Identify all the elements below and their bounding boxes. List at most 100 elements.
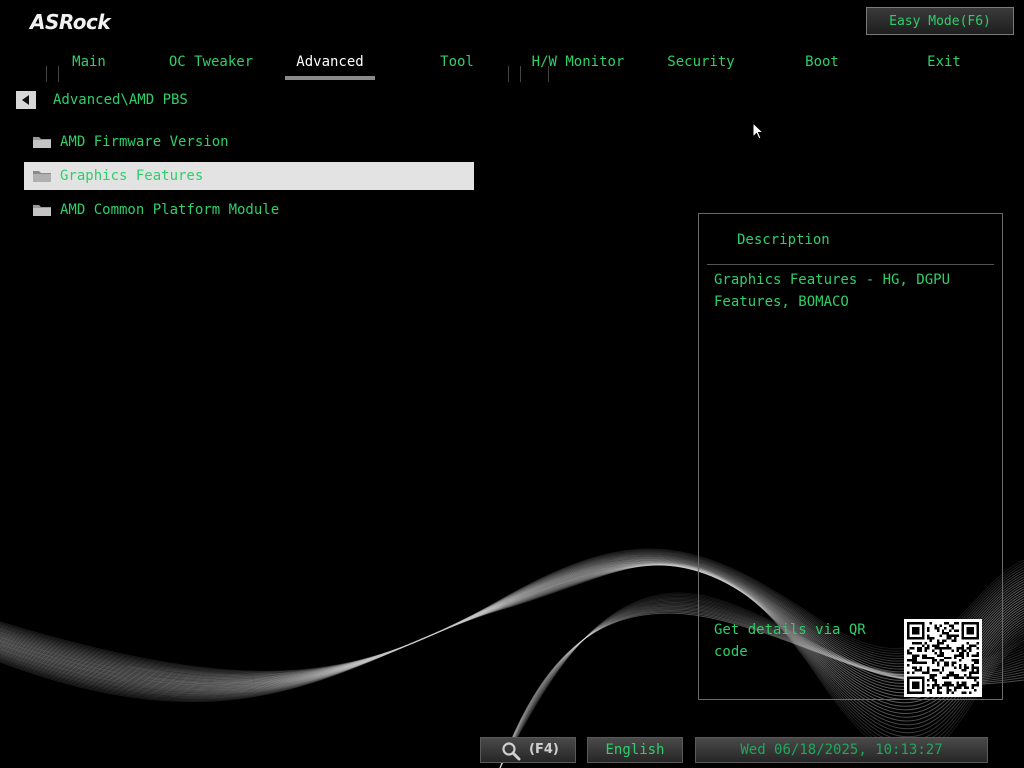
qr-module [954, 629, 957, 632]
qr-module [949, 684, 952, 687]
tab-security[interactable]: Security [646, 50, 756, 78]
qr-module [946, 691, 950, 694]
qr-module [911, 641, 915, 645]
menu-item-graphics-features[interactable]: Graphics Features [24, 162, 474, 190]
description-text: Graphics Features - HG, DGPU Features, B… [714, 272, 951, 310]
qr-module [976, 669, 979, 672]
qr-module [966, 651, 970, 655]
qr-module [964, 691, 967, 694]
qr-module [941, 651, 945, 655]
qr-module [954, 661, 957, 665]
qr-module [914, 641, 917, 645]
qr-module [926, 671, 930, 675]
qr-module [959, 646, 962, 650]
qr-module [959, 664, 962, 667]
qr-module [936, 661, 940, 665]
qr-module [961, 644, 965, 647]
qr-module [959, 651, 962, 655]
search-shortcut-label: (F4) [529, 742, 559, 757]
qr-module [924, 671, 927, 675]
qr-module [961, 681, 965, 685]
qr-module [971, 644, 975, 647]
qr-module [954, 634, 957, 637]
qr-module [969, 644, 972, 647]
qr-module [971, 669, 975, 672]
qr-module [931, 679, 935, 682]
qr-module [907, 649, 910, 652]
qr-module [911, 671, 915, 675]
tab-boot[interactable]: Boot [767, 50, 877, 78]
qr-code [904, 619, 982, 697]
back-arrow-button[interactable] [16, 91, 36, 109]
qr-module [941, 639, 945, 642]
qr-module [916, 646, 920, 650]
menu-list: AMD Firmware Version Graphics Features A… [24, 128, 474, 230]
qr-module [907, 622, 925, 625]
qr-module [971, 664, 975, 667]
qr-module [907, 691, 925, 694]
qr-module [949, 634, 952, 637]
qr-module [976, 671, 979, 675]
qr-module [939, 646, 942, 650]
qr-module [956, 629, 960, 632]
qr-module [959, 686, 962, 690]
qr-module [974, 689, 977, 692]
qr-code-image [907, 622, 979, 694]
qr-module [974, 679, 977, 682]
qr-module [907, 636, 925, 640]
qr-module [974, 671, 977, 675]
tab-exit[interactable]: Exit [889, 50, 999, 78]
tab-oc-tweaker[interactable]: OC Tweaker [156, 50, 266, 78]
qr-module [944, 656, 947, 660]
qr-module [941, 631, 945, 635]
qr-module [919, 649, 922, 652]
qr-module [969, 646, 972, 650]
tab-main[interactable]: Main [34, 50, 144, 78]
qr-module [934, 646, 937, 650]
qr-module [954, 654, 957, 657]
qr-module [941, 641, 945, 645]
qr-module [941, 654, 945, 657]
search-button[interactable]: (F4) [480, 737, 576, 763]
qr-module [929, 622, 932, 625]
qr-module [941, 646, 945, 650]
tab-advanced[interactable]: Advanced [279, 50, 381, 80]
qr-module [961, 656, 965, 660]
language-button[interactable]: English [587, 737, 683, 763]
qr-module [976, 622, 979, 640]
qr-module [951, 691, 955, 694]
tab-tool[interactable]: Tool [402, 50, 512, 78]
qr-module [966, 666, 970, 670]
qr-module [961, 669, 965, 672]
menu-item-amd-firmware-version[interactable]: AMD Firmware Version [24, 128, 474, 156]
qr-module [907, 671, 910, 675]
easy-mode-button[interactable]: Easy Mode(F6) [866, 7, 1014, 35]
qr-module [974, 661, 977, 665]
qr-module [929, 676, 932, 680]
qr-module [956, 674, 960, 677]
qr-module [909, 659, 912, 662]
qr-module [954, 676, 957, 680]
qr-module [907, 622, 910, 640]
qr-module [946, 644, 950, 647]
menu-item-amd-common-platform-module[interactable]: AMD Common Platform Module [24, 196, 474, 224]
qr-module [946, 646, 950, 650]
qr-module [941, 666, 945, 670]
qr-module [926, 644, 930, 647]
qr-module [926, 679, 930, 682]
qr-module [956, 676, 960, 680]
qr-module [949, 656, 952, 660]
qr-module [916, 654, 920, 657]
qr-module [931, 684, 935, 687]
qr-module [926, 689, 930, 692]
qr-module [911, 654, 915, 657]
qr-module [914, 669, 917, 672]
qr-module [941, 684, 945, 687]
qr-module [969, 691, 972, 694]
qr-module [974, 644, 977, 647]
qr-module [974, 666, 977, 670]
qr-module [907, 659, 910, 662]
qr-module [976, 651, 979, 655]
qr-module [976, 659, 979, 662]
tab-hw-monitor[interactable]: H/W Monitor [523, 50, 633, 78]
